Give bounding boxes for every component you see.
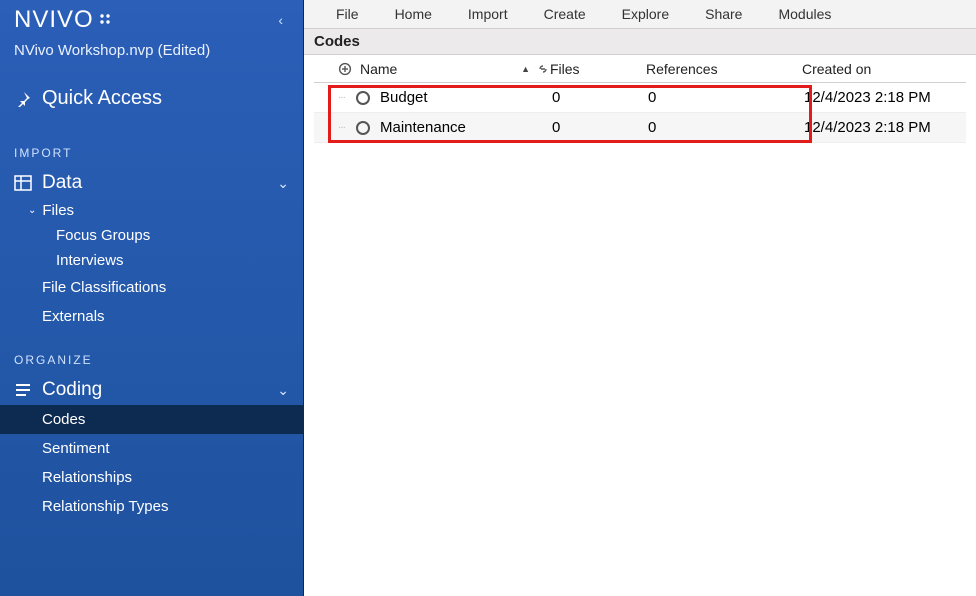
menu-modules[interactable]: Modules <box>760 0 849 28</box>
menu-file[interactable]: File <box>304 0 377 28</box>
nav-file-classifications[interactable]: File Classifications <box>0 273 303 302</box>
menu-modules-label: Modules <box>778 6 831 22</box>
nav-coding-label: Coding <box>42 379 102 401</box>
sidebar-header: NVIVO ‹ <box>0 0 303 38</box>
col-created-on-label: Created on <box>802 61 871 77</box>
nav-files-label: Files <box>42 202 74 219</box>
nav-file-classifications-label: File Classifications <box>42 279 166 296</box>
chevron-down-icon: ⌄ <box>277 175 289 192</box>
menu-create[interactable]: Create <box>526 0 604 28</box>
menu-home[interactable]: Home <box>377 0 450 28</box>
menu-bar: File Home Import Create Explore Share Mo… <box>304 0 976 29</box>
collapse-sidebar-button[interactable]: ‹ <box>272 8 289 32</box>
cell-created-on: 12/4/2023 2:18 PM <box>804 119 964 136</box>
main-panel: File Home Import Create Explore Share Mo… <box>304 0 976 596</box>
chevron-down-icon: ⌄ <box>277 382 289 399</box>
col-files-label: Files <box>550 61 580 77</box>
cell-name: Maintenance <box>380 119 552 136</box>
col-references-label: References <box>646 61 718 77</box>
nav-sentiment[interactable]: Sentiment <box>0 434 303 463</box>
cell-files: 0 <box>552 119 648 136</box>
tree-connector-icon: ··· <box>338 122 356 133</box>
cell-name: Budget <box>380 89 552 106</box>
sidebar: NVIVO ‹ NVivo Workshop.nvp (Edited) Quic… <box>0 0 304 596</box>
menu-share[interactable]: Share <box>687 0 760 28</box>
nav-coding-group[interactable]: Coding ⌄ <box>0 373 303 405</box>
nav-relationships[interactable]: Relationships <box>0 463 303 492</box>
table-header: Name ▲ Files References Created on <box>314 55 966 83</box>
tree-connector-icon: ··· <box>338 92 356 103</box>
pin-icon <box>14 90 32 108</box>
menu-import[interactable]: Import <box>450 0 526 28</box>
brand-dots-icon <box>98 12 114 28</box>
project-name: NVivo Workshop.nvp (Edited) <box>0 38 303 73</box>
nav-data-group[interactable]: Data ⌄ <box>0 166 303 198</box>
nav-externals-label: Externals <box>42 308 105 325</box>
code-node-icon <box>356 121 370 135</box>
nav-interviews-label: Interviews <box>56 252 124 269</box>
nav-focus-groups[interactable]: Focus Groups <box>0 223 303 248</box>
brand-text: NVIVO <box>14 6 94 34</box>
code-node-icon <box>356 91 370 105</box>
col-name[interactable]: Name ▲ <box>360 61 550 77</box>
nav-sentiment-label: Sentiment <box>42 440 110 457</box>
table-body: ··· Budget 0 0 12/4/2023 2:18 PM ··· Mai… <box>314 83 966 143</box>
chevron-down-icon: ⌄ <box>28 205 36 216</box>
cell-files: 0 <box>552 89 648 106</box>
menu-share-label: Share <box>705 6 742 22</box>
expand-all-icon[interactable] <box>338 62 360 76</box>
nav-externals[interactable]: Externals <box>0 302 303 331</box>
quick-access-label: Quick Access <box>42 87 162 110</box>
col-references[interactable]: References <box>646 61 802 77</box>
menu-file-label: File <box>336 6 359 22</box>
brand-logo: NVIVO <box>14 6 114 34</box>
col-name-label: Name <box>360 61 397 77</box>
panel-header: Codes <box>304 29 976 55</box>
menu-home-label: Home <box>395 6 432 22</box>
table-row[interactable]: ··· Maintenance 0 0 12/4/2023 2:18 PM <box>314 113 966 143</box>
section-import-label: IMPORT <box>0 124 303 166</box>
link-icon <box>536 62 550 76</box>
sort-asc-icon: ▲ <box>521 64 530 74</box>
col-files[interactable]: Files <box>550 61 646 77</box>
cell-references: 0 <box>648 89 804 106</box>
codes-table: Name ▲ Files References Created on ··· B… <box>304 55 976 143</box>
cell-created-on: 12/4/2023 2:18 PM <box>804 89 964 106</box>
quick-access-link[interactable]: Quick Access <box>0 73 303 124</box>
menu-explore-label: Explore <box>622 6 669 22</box>
nav-interviews[interactable]: Interviews <box>0 248 303 273</box>
data-icon <box>14 174 32 192</box>
nav-data-label: Data <box>42 172 82 194</box>
table-row[interactable]: ··· Budget 0 0 12/4/2023 2:18 PM <box>314 83 966 113</box>
menu-import-label: Import <box>468 6 508 22</box>
nav-relationships-label: Relationships <box>42 469 132 486</box>
nav-codes-label: Codes <box>42 411 85 428</box>
col-created-on[interactable]: Created on <box>802 61 962 77</box>
coding-icon <box>14 381 32 399</box>
nav-files[interactable]: ⌄ Files <box>0 198 303 223</box>
nav-focus-groups-label: Focus Groups <box>56 227 150 244</box>
nav-relationship-types-label: Relationship Types <box>42 498 168 515</box>
menu-explore[interactable]: Explore <box>604 0 687 28</box>
section-organize-label: ORGANIZE <box>0 331 303 373</box>
menu-create-label: Create <box>544 6 586 22</box>
nav-relationship-types[interactable]: Relationship Types <box>0 492 303 521</box>
nav-codes[interactable]: Codes <box>0 405 303 434</box>
cell-references: 0 <box>648 119 804 136</box>
